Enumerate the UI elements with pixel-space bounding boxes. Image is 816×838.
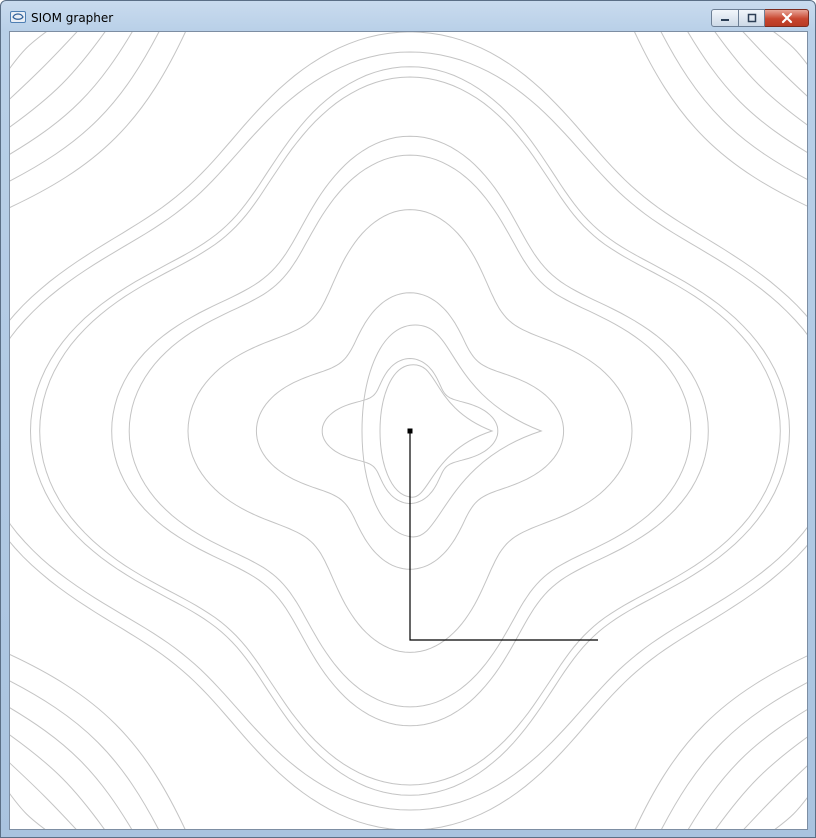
streamline	[10, 654, 186, 829]
window-controls	[711, 9, 809, 27]
minimize-icon	[721, 19, 729, 21]
close-button[interactable]	[765, 9, 809, 27]
streamline	[10, 32, 186, 208]
minimize-button[interactable]	[711, 9, 739, 27]
contour-plot	[10, 32, 807, 829]
close-icon	[781, 12, 792, 24]
maximize-button[interactable]	[739, 9, 765, 27]
search-path	[409, 431, 598, 641]
contour-line	[379, 364, 494, 498]
maximize-icon	[747, 13, 756, 23]
app-icon[interactable]	[10, 11, 26, 23]
start-point-marker	[407, 428, 413, 434]
app-window: SIOM grapher	[0, 0, 816, 838]
streamline	[634, 32, 807, 207]
title-bar[interactable]: SIOM grapher	[1, 1, 815, 31]
contour-line	[361, 324, 543, 538]
graph-canvas[interactable]	[9, 31, 808, 830]
window-title: SIOM grapher	[31, 11, 114, 25]
streamline	[634, 655, 807, 829]
